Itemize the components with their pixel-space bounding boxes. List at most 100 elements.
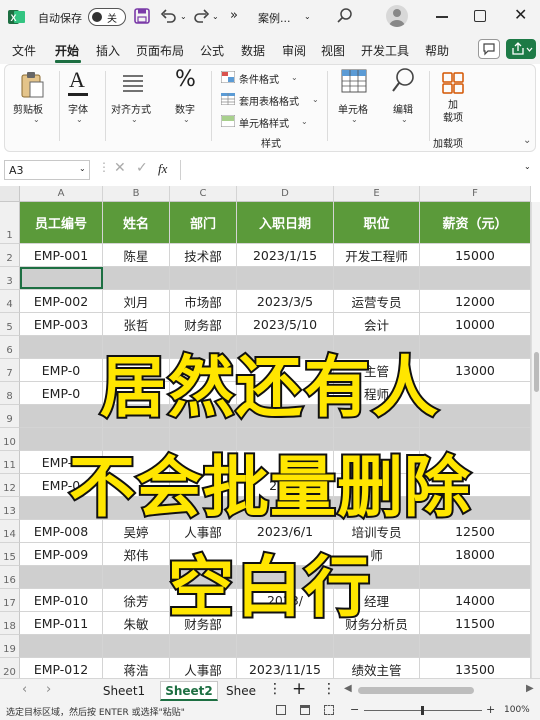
menu-file[interactable]: 文件 xyxy=(12,42,36,59)
table-cell[interactable]: 13500 xyxy=(420,658,531,678)
font-dropdown-icon[interactable]: ⌄ xyxy=(76,115,83,124)
add-sheet-button[interactable]: + xyxy=(292,679,306,699)
table-cell[interactable]: 会计 xyxy=(334,313,420,336)
alignment-dropdown-icon[interactable]: ⌄ xyxy=(131,115,138,124)
cell-style-button[interactable]: 单元格样式 xyxy=(239,115,289,130)
font-icon[interactable]: A xyxy=(69,67,85,93)
blank-row-cell[interactable] xyxy=(334,267,420,290)
table-cell[interactable]: 市场部 xyxy=(170,290,237,313)
column-header-c[interactable]: C xyxy=(170,186,237,202)
select-all-corner[interactable] xyxy=(0,186,20,202)
conditional-format-button[interactable]: 条件格式 xyxy=(239,71,279,86)
column-header-d[interactable]: D xyxy=(237,186,334,202)
next-sheet-icon[interactable]: › xyxy=(46,682,51,697)
conditional-format-dropdown-icon[interactable]: ⌄ xyxy=(291,73,298,82)
blank-row-cell[interactable] xyxy=(420,635,531,658)
comments-button[interactable] xyxy=(478,39,500,59)
blank-row-cell[interactable] xyxy=(237,267,334,290)
table-cell[interactable]: 蒋浩 xyxy=(103,658,170,678)
table-cell[interactable]: 张哲 xyxy=(103,313,170,336)
share-button[interactable] xyxy=(506,39,536,59)
table-cell[interactable]: 人事部 xyxy=(170,658,237,678)
zoom-in-icon[interactable]: + xyxy=(486,703,495,716)
table-format-button[interactable]: 套用表格格式 xyxy=(239,93,299,108)
more-commands-chevron[interactable]: » xyxy=(230,8,238,23)
insert-function-icon[interactable]: fx xyxy=(158,161,167,177)
confirm-entry-icon[interactable]: ✓ xyxy=(136,160,148,176)
zoom-level[interactable]: 100% xyxy=(504,705,530,715)
formula-bar-more-icon[interactable]: ⋮ xyxy=(98,160,110,174)
menu-home[interactable]: 开始 xyxy=(55,42,79,59)
align-icon[interactable] xyxy=(121,73,145,96)
table-cell[interactable]: 刘月 xyxy=(103,290,170,313)
table-cell[interactable]: 开发工程师 xyxy=(334,244,420,267)
alignment-label[interactable]: 对齐方式 xyxy=(111,101,151,116)
add-ins-icon[interactable] xyxy=(441,71,465,98)
column-header-f[interactable]: F xyxy=(420,186,531,202)
hscroll-left-icon[interactable]: ◀ xyxy=(344,683,352,694)
row-header-1[interactable]: 1 xyxy=(0,202,20,244)
zoom-slider-thumb[interactable] xyxy=(421,706,424,715)
save-icon[interactable] xyxy=(134,8,150,27)
horizontal-scroll-thumb[interactable] xyxy=(358,687,474,694)
redo-dropdown-icon[interactable]: ⌄ xyxy=(212,12,219,21)
formula-bar-expand-icon[interactable]: ⌄ xyxy=(524,162,531,171)
hscroll-right-icon[interactable]: ▶ xyxy=(526,683,534,694)
avatar[interactable] xyxy=(386,5,408,27)
page-break-view-icon[interactable] xyxy=(324,705,334,715)
normal-view-icon[interactable] xyxy=(276,705,286,715)
table-header-cell[interactable]: 职位 xyxy=(334,202,420,244)
selected-cell-a3[interactable] xyxy=(20,267,103,289)
blank-row-cell[interactable] xyxy=(237,635,334,658)
table-cell[interactable]: EMP-012 xyxy=(20,658,103,678)
undo-icon[interactable] xyxy=(160,8,178,27)
column-header-b[interactable]: B xyxy=(103,186,170,202)
cell-style-dropdown-icon[interactable]: ⌄ xyxy=(301,117,308,126)
menu-insert[interactable]: 插入 xyxy=(96,42,120,59)
font-label[interactable]: 字体 xyxy=(68,101,88,116)
search-icon[interactable] xyxy=(336,7,354,28)
blank-row-cell[interactable] xyxy=(103,267,170,290)
filename-dropdown-icon[interactable]: ⌄ xyxy=(304,12,311,21)
menu-view[interactable]: 视图 xyxy=(321,42,345,59)
close-icon[interactable]: ✕ xyxy=(514,5,527,24)
table-cell[interactable]: 12000 xyxy=(420,290,531,313)
ribbon-collapse-icon[interactable]: ⌄ xyxy=(523,135,531,146)
table-cell[interactable]: 运营专员 xyxy=(334,290,420,313)
number-label[interactable]: 数字 xyxy=(175,101,195,116)
sheet-tab-2-active[interactable]: Sheet2 xyxy=(160,681,218,701)
find-icon[interactable] xyxy=(391,67,417,98)
table-cell[interactable]: EMP-003 xyxy=(20,313,103,336)
row-header-19[interactable]: 19 xyxy=(0,635,20,658)
cells-icon[interactable] xyxy=(341,69,367,96)
minimize-icon[interactable] xyxy=(436,16,448,18)
blank-row-cell[interactable] xyxy=(170,635,237,658)
cells-label[interactable]: 单元格 xyxy=(338,101,368,116)
clipboard-icon[interactable] xyxy=(19,71,45,102)
menu-data[interactable]: 数据 xyxy=(241,42,265,59)
table-cell[interactable]: 2023/1/15 xyxy=(237,244,334,267)
maximize-icon[interactable] xyxy=(474,10,486,22)
table-cell[interactable]: EMP-002 xyxy=(20,290,103,313)
file-name[interactable]: 案例... xyxy=(258,10,291,26)
menu-formulas[interactable]: 公式 xyxy=(200,42,224,59)
table-format-dropdown-icon[interactable]: ⌄ xyxy=(312,95,319,104)
autosave-toggle[interactable]: 关 xyxy=(88,8,126,26)
table-cell[interactable]: 陈星 xyxy=(103,244,170,267)
table-header-cell[interactable]: 员工编号 xyxy=(20,202,103,244)
table-cell[interactable]: 财务部 xyxy=(170,313,237,336)
table-cell[interactable]: 2023/3/5 xyxy=(237,290,334,313)
blank-row-cell[interactable] xyxy=(170,267,237,290)
table-header-cell[interactable]: 姓名 xyxy=(103,202,170,244)
table-cell[interactable]: 2023/11/15 xyxy=(237,658,334,678)
clipboard-label[interactable]: 剪贴板 xyxy=(13,101,43,116)
blank-row-cell[interactable] xyxy=(334,635,420,658)
formula-input[interactable] xyxy=(180,160,520,180)
editing-label[interactable]: 编辑 xyxy=(393,101,413,116)
table-cell[interactable]: 绩效主管 xyxy=(334,658,420,678)
menu-help[interactable]: 帮助 xyxy=(425,42,449,59)
cells-dropdown-icon[interactable]: ⌄ xyxy=(351,115,358,124)
table-cell[interactable]: EMP-001 xyxy=(20,244,103,267)
add-ins-label[interactable]: 加 载项 xyxy=(443,99,463,125)
percent-icon[interactable]: % xyxy=(175,67,196,92)
